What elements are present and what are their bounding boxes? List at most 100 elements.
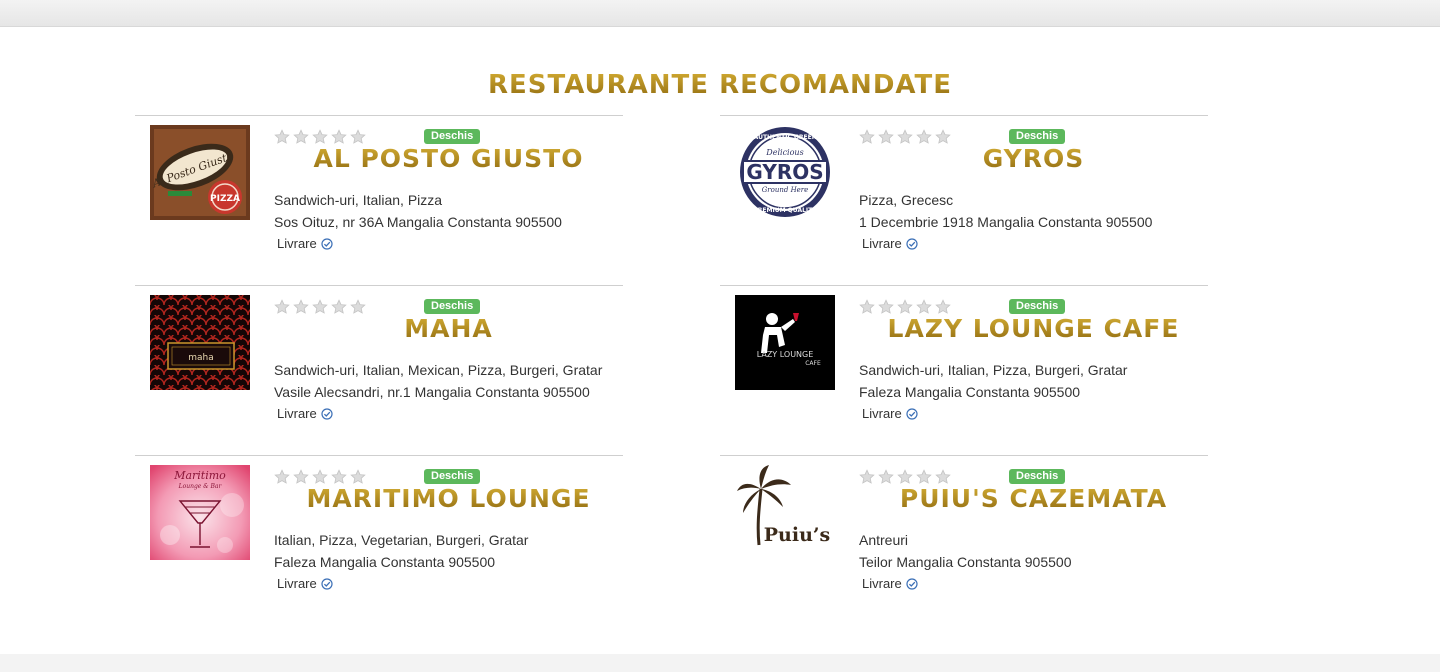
restaurant-address: Faleza Mangalia Constanta 905500 (274, 554, 496, 570)
svg-text:GYROS: GYROS (746, 160, 823, 184)
svg-text:Delicious: Delicious (765, 148, 803, 157)
delivery-label: Livrare (862, 576, 902, 591)
star-icon[interactable] (293, 129, 309, 145)
star-icon[interactable] (916, 469, 932, 485)
star-icon[interactable] (274, 299, 290, 315)
check-circle-icon (321, 577, 333, 590)
palm-tree-logo-icon[interactable]: Puiu’s (735, 465, 835, 560)
star-icon[interactable] (859, 129, 875, 145)
star-icon[interactable] (859, 469, 875, 485)
restaurant-cuisine: Sandwich-uri, Italian, Pizza, Burgeri, G… (859, 362, 1128, 378)
check-circle-icon (906, 407, 918, 420)
footer-bar (0, 654, 1440, 672)
status-badge: Deschis (424, 129, 481, 144)
section-title: Restaurante recomandate (0, 70, 1440, 100)
star-icon[interactable] (293, 299, 309, 315)
maha-logo-icon[interactable]: maha (150, 295, 250, 390)
star-icon[interactable] (916, 299, 932, 315)
restaurant-name[interactable]: Maritimo Lounge (274, 484, 623, 513)
star-icon[interactable] (878, 469, 894, 485)
rating-stars[interactable] (274, 129, 366, 145)
star-icon[interactable] (312, 299, 328, 315)
star-icon[interactable] (331, 299, 347, 315)
svg-text:LAZY LOUNGE: LAZY LOUNGE (757, 350, 814, 359)
restaurant-name[interactable]: Lazy Lounge Cafe (859, 314, 1208, 343)
restaurant-name[interactable]: Maha (274, 314, 623, 343)
rating-stars[interactable] (274, 299, 366, 315)
restaurant-card[interactable]: LAZY LOUNGE CAFE Deschis Lazy Lounge Caf… (720, 285, 1208, 455)
restaurant-name[interactable]: Al Posto Giusto (274, 144, 623, 173)
star-icon[interactable] (935, 469, 951, 485)
delivery-info: Livrare (277, 576, 333, 591)
status-badge: Deschis (1009, 469, 1066, 484)
restaurant-card[interactable]: Puiu’s Deschis Puiu's Cazemata Antreuri … (720, 455, 1208, 625)
star-icon[interactable] (916, 129, 932, 145)
restaurant-card[interactable]: Maritimo Lounge & Bar Deschis Maritimo L… (135, 455, 623, 625)
star-icon[interactable] (312, 469, 328, 485)
rating-stars[interactable] (859, 129, 951, 145)
waiter-logo-icon[interactable]: LAZY LOUNGE CAFE (735, 295, 835, 390)
star-icon[interactable] (878, 299, 894, 315)
star-icon[interactable] (293, 469, 309, 485)
svg-text:Puiu’s: Puiu’s (764, 524, 830, 546)
restaurant-address: 1 Decembrie 1918 Mangalia Constanta 9055… (859, 214, 1153, 230)
star-icon[interactable] (878, 129, 894, 145)
gyros-seal-icon[interactable]: GYROS Delicious Ground Here AUTHENTIC GR… (735, 125, 835, 220)
status-badge: Deschis (424, 299, 481, 314)
svg-text:AUTHENTIC GREEK: AUTHENTIC GREEK (754, 134, 817, 141)
delivery-label: Livrare (277, 406, 317, 421)
restaurant-card[interactable]: maha Deschis Maha Sandwich-uri, Italian,… (135, 285, 623, 455)
svg-text:Maritimo: Maritimo (173, 469, 226, 482)
svg-text:Lounge & Bar: Lounge & Bar (178, 483, 223, 490)
rating-stars[interactable] (274, 469, 366, 485)
top-bar (0, 0, 1440, 27)
rating-stars[interactable] (859, 299, 951, 315)
star-icon[interactable] (274, 129, 290, 145)
star-icon[interactable] (350, 129, 366, 145)
restaurant-name[interactable]: Puiu's Cazemata (859, 484, 1208, 513)
star-icon[interactable] (274, 469, 290, 485)
star-icon[interactable] (897, 299, 913, 315)
delivery-info: Livrare (862, 236, 918, 251)
cocktail-logo-icon[interactable]: Maritimo Lounge & Bar (150, 465, 250, 560)
star-icon[interactable] (350, 469, 366, 485)
delivery-label: Livrare (862, 236, 902, 251)
delivery-label: Livrare (277, 236, 317, 251)
delivery-label: Livrare (862, 406, 902, 421)
restaurant-grid: Al Posto Giusto PIZZA Deschis Al Posto G… (135, 115, 1208, 625)
delivery-label: Livrare (277, 576, 317, 591)
restaurant-address: Sos Oituz, nr 36A Mangalia Constanta 905… (274, 214, 562, 230)
star-icon[interactable] (935, 299, 951, 315)
star-icon[interactable] (350, 299, 366, 315)
restaurant-address: Teilor Mangalia Constanta 905500 (859, 554, 1072, 570)
restaurant-card[interactable]: Al Posto Giusto PIZZA Deschis Al Posto G… (135, 115, 623, 285)
star-icon[interactable] (859, 299, 875, 315)
check-circle-icon (321, 237, 333, 250)
status-badge: Deschis (1009, 129, 1066, 144)
delivery-info: Livrare (862, 576, 918, 591)
check-circle-icon (321, 407, 333, 420)
restaurant-cuisine: Pizza, Grecesc (859, 192, 954, 208)
delivery-info: Livrare (862, 406, 918, 421)
pizza-logo-icon[interactable]: Al Posto Giusto PIZZA (150, 125, 250, 220)
rating-stars[interactable] (859, 469, 951, 485)
restaurant-card[interactable]: GYROS Delicious Ground Here AUTHENTIC GR… (720, 115, 1208, 285)
restaurant-cuisine: Sandwich-uri, Italian, Pizza (274, 192, 443, 208)
star-icon[interactable] (331, 129, 347, 145)
restaurant-name[interactable]: Gyros (859, 144, 1208, 173)
star-icon[interactable] (897, 129, 913, 145)
restaurant-cuisine: Italian, Pizza, Vegetarian, Burgeri, Gra… (274, 532, 529, 548)
delivery-info: Livrare (277, 236, 333, 251)
star-icon[interactable] (312, 129, 328, 145)
check-circle-icon (906, 237, 918, 250)
delivery-info: Livrare (277, 406, 333, 421)
check-circle-icon (906, 577, 918, 590)
svg-text:CAFE: CAFE (805, 360, 821, 367)
star-icon[interactable] (331, 469, 347, 485)
restaurant-address: Vasile Alecsandri, nr.1 Mangalia Constan… (274, 384, 590, 400)
status-badge: Deschis (1009, 299, 1066, 314)
star-icon[interactable] (897, 469, 913, 485)
status-badge: Deschis (424, 469, 481, 484)
restaurant-cuisine: Sandwich-uri, Italian, Mexican, Pizza, B… (274, 362, 603, 378)
star-icon[interactable] (935, 129, 951, 145)
